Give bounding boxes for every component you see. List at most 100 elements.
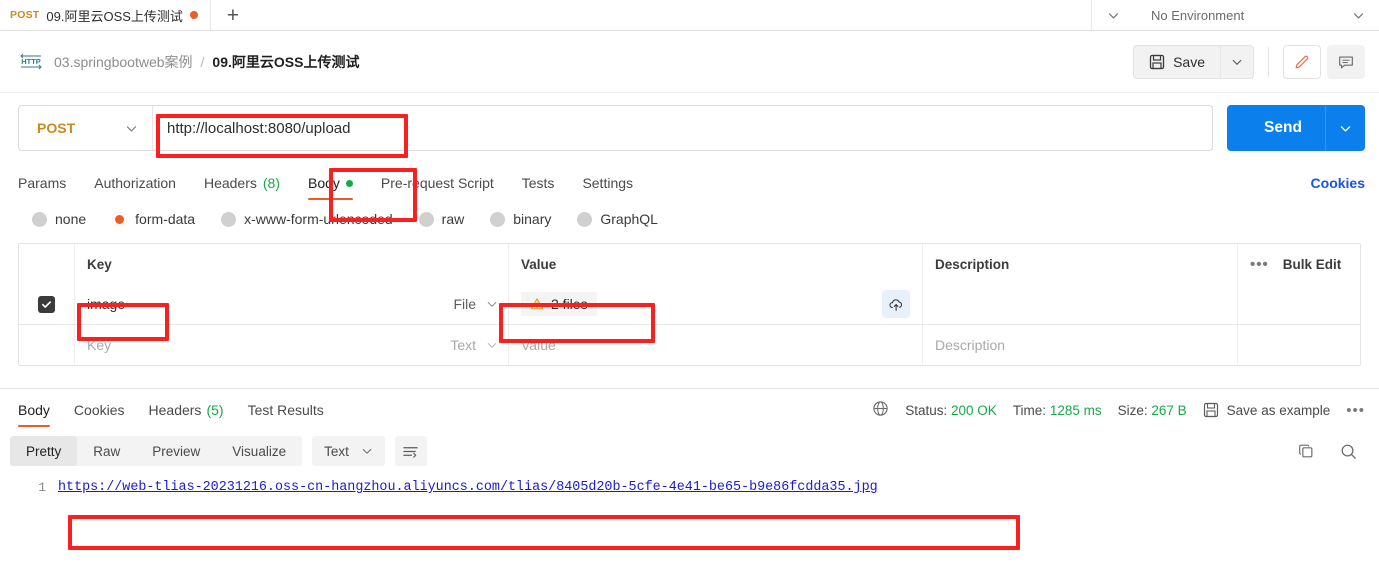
response-tab-cookies-label: Cookies xyxy=(73,402,125,418)
comment-button[interactable] xyxy=(1327,44,1365,79)
url-input[interactable]: http://localhost:8080/upload xyxy=(167,120,350,137)
chevron-down-icon xyxy=(1232,59,1242,65)
new-tab-button[interactable]: + xyxy=(211,0,255,30)
row-key-cell[interactable]: image File xyxy=(75,284,509,324)
send-options-button[interactable] xyxy=(1325,105,1365,151)
response-tabs: Body Cookies Headers (5) Test Results St… xyxy=(0,389,1379,431)
tab-pre-request-script[interactable]: Pre-request Script xyxy=(381,163,494,203)
pencil-icon xyxy=(1295,55,1309,68)
status-group: Status: 200 OK xyxy=(905,403,997,418)
header-description-cell: Description xyxy=(923,244,1238,284)
row-value-input-placeholder[interactable]: Value xyxy=(521,337,556,353)
environment-selector[interactable]: No Environment xyxy=(1135,0,1379,30)
response-tab-headers[interactable]: Headers (5) xyxy=(149,389,224,431)
tab-headers[interactable]: Headers (8) xyxy=(204,163,280,203)
row-description-placeholder[interactable]: Description xyxy=(935,337,1005,353)
response-more-button[interactable]: ••• xyxy=(1346,402,1365,419)
viewer-tab-visualize[interactable]: Visualize xyxy=(216,436,302,466)
row-key-cell-empty[interactable]: Key Text xyxy=(75,325,509,365)
chevron-down-icon xyxy=(487,342,497,348)
chevron-down-icon xyxy=(487,301,497,307)
breadcrumb-row: HTTP 03.springbootweb案例 / 09.阿里云OSS上传测试 … xyxy=(0,31,1379,93)
body-type-graphql[interactable]: GraphQL xyxy=(577,211,658,227)
response-tab-cookies[interactable]: Cookies xyxy=(74,389,125,431)
tab-settings[interactable]: Settings xyxy=(582,163,633,203)
http-protocol-icon: HTTP xyxy=(18,52,44,72)
response-body-area: 1 https://web-tlias-20231216.oss-cn-hang… xyxy=(0,471,1379,525)
row-key-input-placeholder[interactable]: Key xyxy=(87,337,111,353)
save-button[interactable]: Save xyxy=(1133,44,1220,79)
cloud-upload-icon xyxy=(888,298,902,311)
tab-tests[interactable]: Tests xyxy=(522,163,555,203)
radio-icon xyxy=(577,211,593,227)
status-value: 200 OK xyxy=(951,402,997,418)
floppy-disk-icon xyxy=(1203,402,1218,418)
viewer-tab-preview[interactable]: Preview xyxy=(136,436,216,466)
tab-overflow-button[interactable] xyxy=(1091,0,1135,30)
tab-headers-label: Headers xyxy=(203,175,257,191)
bulk-edit-button[interactable]: Bulk Edit xyxy=(1283,257,1342,272)
send-button-group: Send xyxy=(1227,105,1365,151)
body-type-urlencoded-label: x-www-form-urlencoded xyxy=(244,211,393,227)
tab-params[interactable]: Params xyxy=(18,163,66,203)
row-checkbox-empty[interactable] xyxy=(19,325,75,365)
save-options-button[interactable] xyxy=(1220,44,1254,79)
row-value-cell[interactable]: 2 files xyxy=(509,284,923,324)
response-tab-test-results[interactable]: Test Results xyxy=(248,389,324,431)
checkbox-checked-icon xyxy=(38,295,55,313)
postman-window: POST 09.阿里云OSS上传测试 + No Environment HTTP… xyxy=(0,0,1379,563)
tab-authorization-label: Authorization xyxy=(94,175,176,191)
response-tab-headers-label: Headers xyxy=(148,402,202,418)
request-tab-active[interactable]: POST 09.阿里云OSS上传测试 xyxy=(0,0,211,30)
body-type-none[interactable]: none xyxy=(32,211,86,227)
body-type-radio-group: none form-data x-www-form-urlencoded raw… xyxy=(0,203,1379,237)
row-description-cell-empty[interactable]: Description xyxy=(923,325,1238,365)
viewer-format-label: Text xyxy=(324,443,349,459)
environment-label: No Environment xyxy=(1151,7,1245,23)
send-button[interactable]: Send xyxy=(1227,119,1325,137)
tab-body[interactable]: Body xyxy=(308,163,353,203)
row-type-select-empty[interactable]: Text xyxy=(450,325,498,365)
row-value-cell-empty[interactable]: Value xyxy=(509,325,923,365)
save-as-example-button[interactable]: Save as example xyxy=(1203,402,1330,418)
svg-text:HTTP: HTTP xyxy=(21,57,41,66)
search-response-button[interactable] xyxy=(1331,436,1365,466)
floppy-disk-icon xyxy=(1149,54,1165,69)
url-input-wrap: http://localhost:8080/upload xyxy=(153,106,1212,150)
body-type-form-data[interactable]: form-data xyxy=(112,211,195,227)
form-data-table: Key Value Description ••• Bulk Edit imag… xyxy=(18,243,1361,366)
viewer-format-select[interactable]: Text xyxy=(312,436,385,466)
viewer-tab-raw[interactable]: Raw xyxy=(77,436,136,466)
row-description-cell[interactable] xyxy=(923,284,1238,324)
http-method-select[interactable]: POST xyxy=(19,106,153,150)
tab-authorization[interactable]: Authorization xyxy=(94,163,176,203)
row-type-label: File xyxy=(453,296,476,312)
cookies-link[interactable]: Cookies xyxy=(1311,175,1365,191)
radio-icon xyxy=(490,211,506,227)
comment-icon xyxy=(1339,55,1353,68)
files-chip[interactable]: 2 files xyxy=(521,292,597,316)
row-key-input[interactable]: image xyxy=(87,296,125,312)
body-type-binary[interactable]: binary xyxy=(490,211,551,227)
radio-selected-icon xyxy=(112,211,128,227)
copy-response-button[interactable] xyxy=(1289,436,1323,466)
breadcrumb-parent[interactable]: 03.springbootweb案例 xyxy=(54,52,193,72)
globe-icon[interactable] xyxy=(872,400,889,420)
body-type-raw[interactable]: raw xyxy=(418,211,464,227)
row-type-select[interactable]: File xyxy=(453,284,498,324)
response-tab-body[interactable]: Body xyxy=(18,389,50,431)
viewer-tab-pretty[interactable]: Pretty xyxy=(10,436,78,466)
ellipsis-icon[interactable]: ••• xyxy=(1250,256,1269,273)
warning-triangle-icon xyxy=(530,298,544,310)
cloud-upload-button[interactable] xyxy=(882,290,910,318)
tab-strip-spacer xyxy=(255,0,1091,30)
edit-request-button[interactable] xyxy=(1283,44,1321,79)
body-type-binary-label: binary xyxy=(513,211,552,227)
response-url-link[interactable]: https://web-tlias-20231216.oss-cn-hangzh… xyxy=(58,475,878,501)
table-row: image File 2 files xyxy=(19,284,1360,325)
files-chip-label: 2 files xyxy=(551,296,588,312)
wrap-lines-button[interactable] xyxy=(394,436,427,466)
row-checkbox[interactable] xyxy=(19,284,75,324)
body-type-urlencoded[interactable]: x-www-form-urlencoded xyxy=(221,211,393,227)
body-type-none-label: none xyxy=(55,211,87,227)
